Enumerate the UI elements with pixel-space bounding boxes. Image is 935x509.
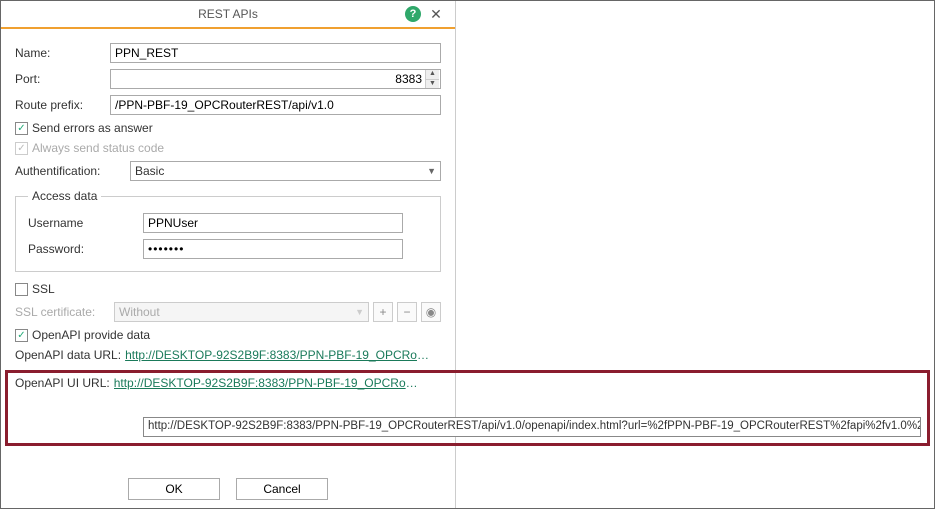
row-openapi-ui-url: OpenAPI UI URL: http://DESKTOP-92S2B9F:8… bbox=[15, 376, 441, 390]
dialog-title: REST APIs bbox=[198, 7, 258, 21]
always-status-checkbox: ✓ bbox=[15, 142, 28, 155]
label-send-errors: Send errors as answer bbox=[32, 121, 153, 135]
label-openapi-provide: OpenAPI provide data bbox=[32, 328, 150, 342]
label-openapi-ui-url: OpenAPI UI URL: bbox=[15, 376, 110, 390]
ssl-add-button: + bbox=[373, 302, 393, 322]
access-legend: Access data bbox=[28, 189, 101, 203]
password-input[interactable] bbox=[143, 239, 403, 259]
dialog-body: Name: Port: ▲ ▼ Route prefix: ✓ bbox=[1, 29, 455, 402]
port-down-icon[interactable]: ▼ bbox=[425, 80, 439, 89]
ssl-view-button: ◉ bbox=[421, 302, 441, 322]
label-always-status: Always send status code bbox=[32, 141, 164, 155]
port-up-icon[interactable]: ▲ bbox=[425, 70, 439, 80]
ok-button[interactable]: OK bbox=[128, 478, 220, 500]
row-route-prefix: Route prefix: bbox=[15, 95, 441, 115]
label-openapi-data-url: OpenAPI data URL: bbox=[15, 348, 121, 362]
row-send-errors: ✓ Send errors as answer bbox=[15, 121, 441, 135]
send-errors-checkbox[interactable]: ✓ bbox=[15, 122, 28, 135]
row-authentication: Authentification: Basic ▼ bbox=[15, 161, 441, 181]
label-ssl: SSL bbox=[32, 282, 55, 296]
route-prefix-input[interactable] bbox=[110, 95, 441, 115]
label-name: Name: bbox=[15, 46, 110, 60]
port-input[interactable] bbox=[111, 70, 440, 88]
row-password: Password: bbox=[28, 239, 428, 259]
label-username: Username bbox=[28, 216, 143, 230]
port-stepper[interactable]: ▲ ▼ bbox=[110, 69, 441, 89]
label-port: Port: bbox=[15, 72, 110, 86]
port-arrows: ▲ ▼ bbox=[425, 70, 439, 88]
label-route-prefix: Route prefix: bbox=[15, 98, 110, 112]
ssl-checkbox[interactable] bbox=[15, 283, 28, 296]
username-input[interactable] bbox=[143, 213, 403, 233]
eye-icon: ◉ bbox=[426, 305, 436, 319]
row-username: Username bbox=[28, 213, 428, 233]
ssl-cert-value: Without bbox=[119, 305, 160, 319]
help-icon[interactable]: ? bbox=[405, 6, 421, 22]
chevron-down-icon: ▼ bbox=[355, 307, 364, 317]
titlebar: REST APIs ? ✕ bbox=[1, 1, 455, 29]
authentication-value: Basic bbox=[135, 164, 164, 178]
authentication-select[interactable]: Basic ▼ bbox=[130, 161, 441, 181]
label-ssl-cert: SSL certificate: bbox=[15, 305, 110, 319]
close-icon[interactable]: ✕ bbox=[427, 5, 445, 23]
plus-icon: + bbox=[379, 305, 386, 319]
row-ssl-cert: SSL certificate: Without ▼ + − ◉ bbox=[15, 302, 441, 322]
row-always-status: ✓ Always send status code bbox=[15, 141, 441, 155]
label-password: Password: bbox=[28, 242, 143, 256]
row-openapi-data-url: OpenAPI data URL: http://DESKTOP-92S2B9F… bbox=[15, 348, 441, 362]
row-ssl: SSL bbox=[15, 282, 441, 296]
dialog-footer: OK Cancel bbox=[1, 478, 455, 500]
window: REST APIs ? ✕ Name: Port: ▲ ▼ R bbox=[0, 0, 935, 509]
minus-icon: − bbox=[403, 305, 410, 319]
ssl-cert-select: Without ▼ bbox=[114, 302, 369, 322]
openapi-provide-checkbox[interactable]: ✓ bbox=[15, 329, 28, 342]
openapi-ui-url-link[interactable]: http://DESKTOP-92S2B9F:8383/PPN-PBF-19_O… bbox=[114, 376, 424, 390]
row-openapi-provide: ✓ OpenAPI provide data bbox=[15, 328, 441, 342]
row-port: Port: ▲ ▼ bbox=[15, 69, 441, 89]
access-data-group: Access data Username Password: bbox=[15, 189, 441, 272]
openapi-data-url-link[interactable]: http://DESKTOP-92S2B9F:8383/PPN-PBF-19_O… bbox=[125, 348, 435, 362]
ssl-remove-button: − bbox=[397, 302, 417, 322]
name-input[interactable] bbox=[110, 43, 441, 63]
chevron-down-icon: ▼ bbox=[427, 166, 436, 176]
url-tooltip: http://DESKTOP-92S2B9F:8383/PPN-PBF-19_O… bbox=[143, 417, 921, 437]
cancel-button[interactable]: Cancel bbox=[236, 478, 328, 500]
row-name: Name: bbox=[15, 43, 441, 63]
label-authentication: Authentification: bbox=[15, 164, 130, 178]
